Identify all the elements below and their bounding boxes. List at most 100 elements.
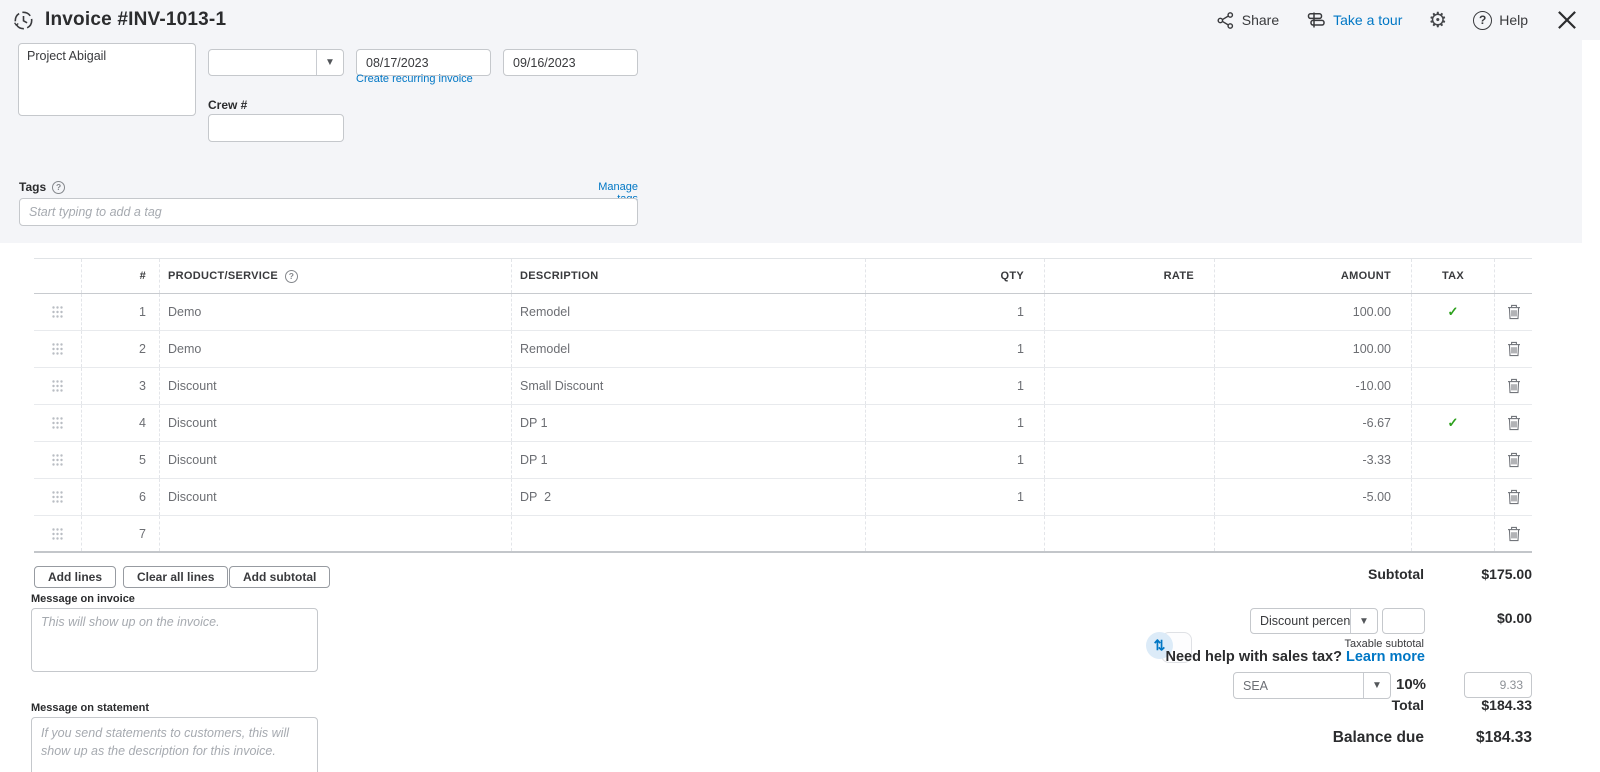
product-service-cell[interactable]: Discount [160,405,512,441]
rate-cell[interactable] [1045,516,1215,551]
product-service-cell[interactable]: Demo [160,294,512,330]
create-recurring-invoice-link[interactable]: Create recurring invoice [356,73,473,85]
amount-cell[interactable]: 100.00 [1215,331,1412,367]
rate-cell[interactable] [1045,479,1215,515]
drag-handle[interactable] [34,479,82,515]
delete-line-button[interactable] [1495,368,1532,404]
drag-handle[interactable] [34,331,82,367]
tax-cell[interactable]: ✓ [1412,294,1495,330]
add-lines-button[interactable]: Add lines [34,566,117,588]
row-number: 6 [82,479,160,515]
discount-type-dropdown[interactable]: Discount percent ▼ [1250,608,1378,634]
delete-line-button[interactable] [1495,405,1532,441]
tax-rate-value: SEA [1243,678,1269,693]
help-button[interactable]: ? Help [1473,10,1528,30]
take-a-tour-button[interactable]: Take a tour [1305,10,1402,30]
tags-input[interactable] [19,198,638,226]
tax-amount-input[interactable] [1464,672,1532,698]
row-number: 2 [82,331,160,367]
discount-type-value: Discount percent [1260,614,1350,628]
tax-cell[interactable]: ✓ [1412,405,1495,441]
amount-cell[interactable]: -5.00 [1215,479,1412,515]
message-on-invoice-input[interactable] [31,608,318,672]
tax-cell[interactable] [1412,516,1495,551]
share-button[interactable]: Share [1216,11,1279,30]
row-number: 4 [82,405,160,441]
rate-cell[interactable] [1045,331,1215,367]
product-service-help-icon[interactable]: ? [285,269,299,283]
help-label: Help [1499,12,1528,28]
delete-line-button[interactable] [1495,442,1532,478]
invoice-history-icon[interactable] [12,9,35,32]
qty-cell[interactable]: 1 [866,442,1045,478]
tax-column-header: TAX [1412,259,1495,293]
balance-due-label: Balance due [1332,729,1424,746]
amount-cell[interactable]: 100.00 [1215,294,1412,330]
clear-all-lines-button[interactable]: Clear all lines [123,566,229,588]
tax-cell[interactable] [1412,331,1495,367]
drag-handle[interactable] [34,368,82,404]
rate-cell[interactable] [1045,405,1215,441]
qty-cell[interactable] [866,516,1045,551]
table-row: 3 Discount Small Discount 1 -10.00 [34,368,1532,405]
table-row: 4 Discount DP 1 1 -6.67 ✓ [34,405,1532,442]
description-cell[interactable] [512,516,866,551]
qty-cell[interactable]: 1 [866,405,1045,441]
close-icon[interactable] [1554,7,1580,33]
terms-dropdown[interactable]: ▼ [208,49,344,76]
amount-cell[interactable]: -10.00 [1215,368,1412,404]
chevron-down-icon: ▼ [1350,609,1377,633]
due-date-field[interactable] [503,49,638,76]
delete-line-button[interactable] [1495,294,1532,330]
add-subtotal-button[interactable]: Add subtotal [229,566,331,588]
drag-handle[interactable] [34,516,82,551]
delete-line-button[interactable] [1495,331,1532,367]
settings-gear-icon[interactable]: ⚙ [1428,10,1447,31]
crew-number-field[interactable] [208,114,344,142]
description-cell[interactable]: Remodel [512,331,866,367]
product-service-cell[interactable]: Discount [160,479,512,515]
drag-handle[interactable] [34,294,82,330]
crew-number-label: Crew # [208,98,248,112]
product-service-cell[interactable]: Discount [160,368,512,404]
balance-due-value: $184.33 [1475,729,1532,746]
qty-cell[interactable]: 1 [866,479,1045,515]
page-title: Invoice #INV-1013-1 [45,9,227,30]
invoice-date-field[interactable] [356,49,491,76]
discount-value-input[interactable] [1382,608,1425,634]
learn-more-link[interactable]: Learn more [1346,649,1425,665]
message-on-statement-input[interactable] [31,717,318,772]
tax-cell[interactable] [1412,442,1495,478]
tax-rate-dropdown[interactable]: SEA ▼ [1233,672,1391,699]
amount-cell[interactable]: -6.67 [1215,405,1412,441]
total-label: Total [1391,697,1424,713]
tax-cell[interactable] [1412,368,1495,404]
rate-cell[interactable] [1045,442,1215,478]
header-bar: Invoice #INV-1013-1 Share Take a tour ⚙ … [0,0,1600,40]
description-cell[interactable]: DP 1 [512,442,866,478]
product-service-cell[interactable]: Discount [160,442,512,478]
rate-cell[interactable] [1045,368,1215,404]
description-cell[interactable]: DP 1 [512,405,866,441]
drag-handle[interactable] [34,442,82,478]
delete-line-button[interactable] [1495,516,1532,551]
description-cell[interactable]: DP 2 [512,479,866,515]
table-row: 1 Demo Remodel 1 100.00 ✓ [34,294,1532,331]
description-cell[interactable]: Remodel [512,294,866,330]
tags-help-icon[interactable]: ? [52,180,66,194]
description-cell[interactable]: Small Discount [512,368,866,404]
qty-cell[interactable]: 1 [866,368,1045,404]
amount-cell[interactable] [1215,516,1412,551]
qty-cell[interactable]: 1 [866,331,1045,367]
delete-line-button[interactable] [1495,479,1532,515]
row-number: 3 [82,368,160,404]
drag-handle[interactable] [34,405,82,441]
share-icon [1216,11,1235,30]
product-service-cell[interactable]: Demo [160,331,512,367]
amount-cell[interactable]: -3.33 [1215,442,1412,478]
product-service-cell[interactable] [160,516,512,551]
qty-cell[interactable]: 1 [866,294,1045,330]
customer-project-field[interactable]: Project Abigail [18,43,196,116]
tax-cell[interactable] [1412,479,1495,515]
rate-cell[interactable] [1045,294,1215,330]
